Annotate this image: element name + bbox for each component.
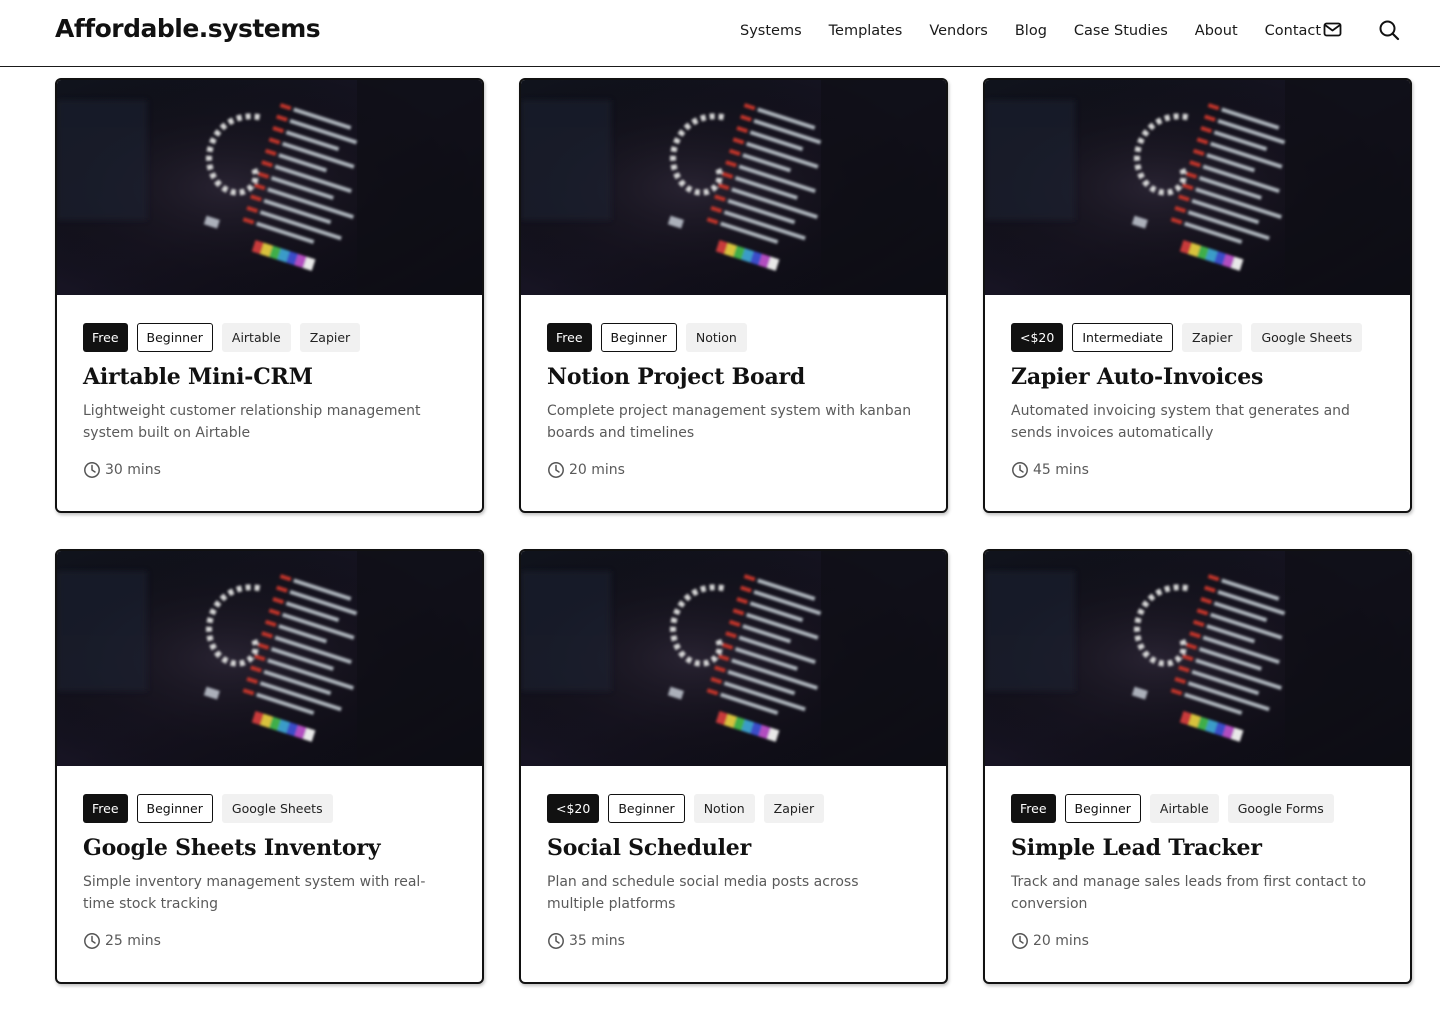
card-title: Social Scheduler <box>547 835 751 861</box>
card-description: Simple inventory management system with … <box>83 874 426 912</box>
card-image <box>985 80 1410 295</box>
card-title: Airtable Mini-CRM <box>83 364 313 390</box>
card-description: Lightweight customer relationship manage… <box>83 403 421 441</box>
tag-list: Free Beginner Airtable Zapier <box>83 323 456 352</box>
price-tag: Free <box>83 323 128 352</box>
level-tag: Beginner <box>1064 794 1141 823</box>
tag-list: Free Beginner Google Sheets <box>83 794 456 823</box>
card-image <box>57 80 482 295</box>
site-header: Affordable.systems Systems Templates Ven… <box>0 0 1440 67</box>
card-body: Free Beginner Airtable Google Forms Simp… <box>1011 794 1384 950</box>
level-tag: Beginner <box>136 794 213 823</box>
tool-tag: Zapier <box>1182 323 1243 352</box>
card-description: Plan and schedule social media posts acr… <box>547 874 859 912</box>
system-card[interactable]: Free Beginner Airtable Google Forms Simp… <box>983 549 1412 984</box>
card-title: Google Sheets Inventory <box>83 835 381 861</box>
tag-list: <$20 Beginner Notion Zapier <box>547 794 920 823</box>
system-card[interactable]: Free Beginner Airtable Zapier Airtable M… <box>55 78 484 513</box>
level-tag: Beginner <box>136 323 213 352</box>
search-icon[interactable] <box>1378 19 1400 41</box>
tool-tag: Google Sheets <box>221 794 333 823</box>
tool-tag: Zapier <box>763 794 825 823</box>
mail-icon[interactable] <box>1322 19 1344 41</box>
tool-tag: Zapier <box>299 323 361 352</box>
clock-icon <box>1012 462 1028 478</box>
nav-link-blog[interactable]: Blog <box>1015 22 1047 40</box>
card-image <box>57 551 482 766</box>
card-description: Automated invoicing system that generate… <box>1011 403 1350 441</box>
card-description: Complete project management system with … <box>547 403 912 441</box>
price-tag: Free <box>1011 794 1056 823</box>
card-title: Simple Lead Tracker <box>1011 835 1262 861</box>
setup-time: 25 mins <box>83 932 456 950</box>
system-card[interactable]: <$20 Intermediate Zapier Google Sheets Z… <box>983 78 1412 513</box>
price-tag: Free <box>83 794 128 823</box>
price-tag: <$20 <box>1011 323 1064 352</box>
price-tag: <$20 <box>547 794 600 823</box>
system-card[interactable]: <$20 Beginner Notion Zapier Social Sched… <box>519 549 948 984</box>
tag-list: <$20 Intermediate Zapier Google Sheets <box>1011 323 1384 352</box>
card-body: Free Beginner Notion Notion Project Boar… <box>547 323 920 479</box>
card-image <box>985 551 1410 766</box>
tool-tag: Airtable <box>1149 794 1219 823</box>
clock-icon <box>84 462 100 478</box>
setup-time-label: 30 mins <box>105 462 161 478</box>
card-title: Notion Project Board <box>547 364 806 390</box>
setup-time-label: 25 mins <box>105 933 161 949</box>
tool-tag: Notion <box>693 794 755 823</box>
level-tag: Beginner <box>600 323 677 352</box>
clock-icon <box>1012 933 1028 949</box>
system-card[interactable]: Free Beginner Notion Notion Project Boar… <box>519 78 948 513</box>
tag-list: Free Beginner Airtable Google Forms <box>1011 794 1384 823</box>
card-image <box>521 551 946 766</box>
level-tag: Intermediate <box>1072 323 1173 352</box>
main-nav: Systems Templates Vendors Blog Case Stud… <box>740 22 1348 40</box>
setup-time: 35 mins <box>547 932 920 950</box>
price-tag: Free <box>547 323 592 352</box>
tool-tag: Notion <box>685 323 747 352</box>
nav-link-templates[interactable]: Templates <box>829 22 903 40</box>
tool-tag: Airtable <box>221 323 291 352</box>
nav-link-about[interactable]: About <box>1195 22 1238 40</box>
tag-list: Free Beginner Notion <box>547 323 920 352</box>
card-description: Track and manage sales leads from first … <box>1011 874 1367 912</box>
card-image <box>521 80 946 295</box>
site-logo[interactable]: Affordable.systems <box>55 14 321 43</box>
tool-tag: Google Forms <box>1227 794 1334 823</box>
setup-time-label: 45 mins <box>1033 462 1089 478</box>
nav-link-vendors[interactable]: Vendors <box>929 22 988 40</box>
setup-time-label: 20 mins <box>569 462 625 478</box>
card-body: <$20 Intermediate Zapier Google Sheets Z… <box>1011 323 1384 479</box>
nav-link-systems[interactable]: Systems <box>740 22 802 40</box>
level-tag: Beginner <box>608 794 685 823</box>
system-card[interactable]: Free Beginner Google Sheets Google Sheet… <box>55 549 484 984</box>
setup-time: 45 mins <box>1011 461 1384 479</box>
setup-time-label: 35 mins <box>569 933 625 949</box>
setup-time: 20 mins <box>1011 932 1384 950</box>
clock-icon <box>84 933 100 949</box>
card-body: <$20 Beginner Notion Zapier Social Sched… <box>547 794 920 950</box>
clock-icon <box>548 462 564 478</box>
tool-tag: Google Sheets <box>1251 323 1363 352</box>
card-body: Free Beginner Google Sheets Google Sheet… <box>83 794 456 950</box>
nav-link-case-studies[interactable]: Case Studies <box>1074 22 1168 40</box>
card-body: Free Beginner Airtable Zapier Airtable M… <box>83 323 456 479</box>
clock-icon <box>548 933 564 949</box>
card-title: Zapier Auto-Invoices <box>1011 364 1264 390</box>
setup-time: 30 mins <box>83 461 456 479</box>
setup-time-label: 20 mins <box>1033 933 1089 949</box>
setup-time: 20 mins <box>547 461 920 479</box>
nav-link-contact[interactable]: Contact <box>1265 22 1321 40</box>
